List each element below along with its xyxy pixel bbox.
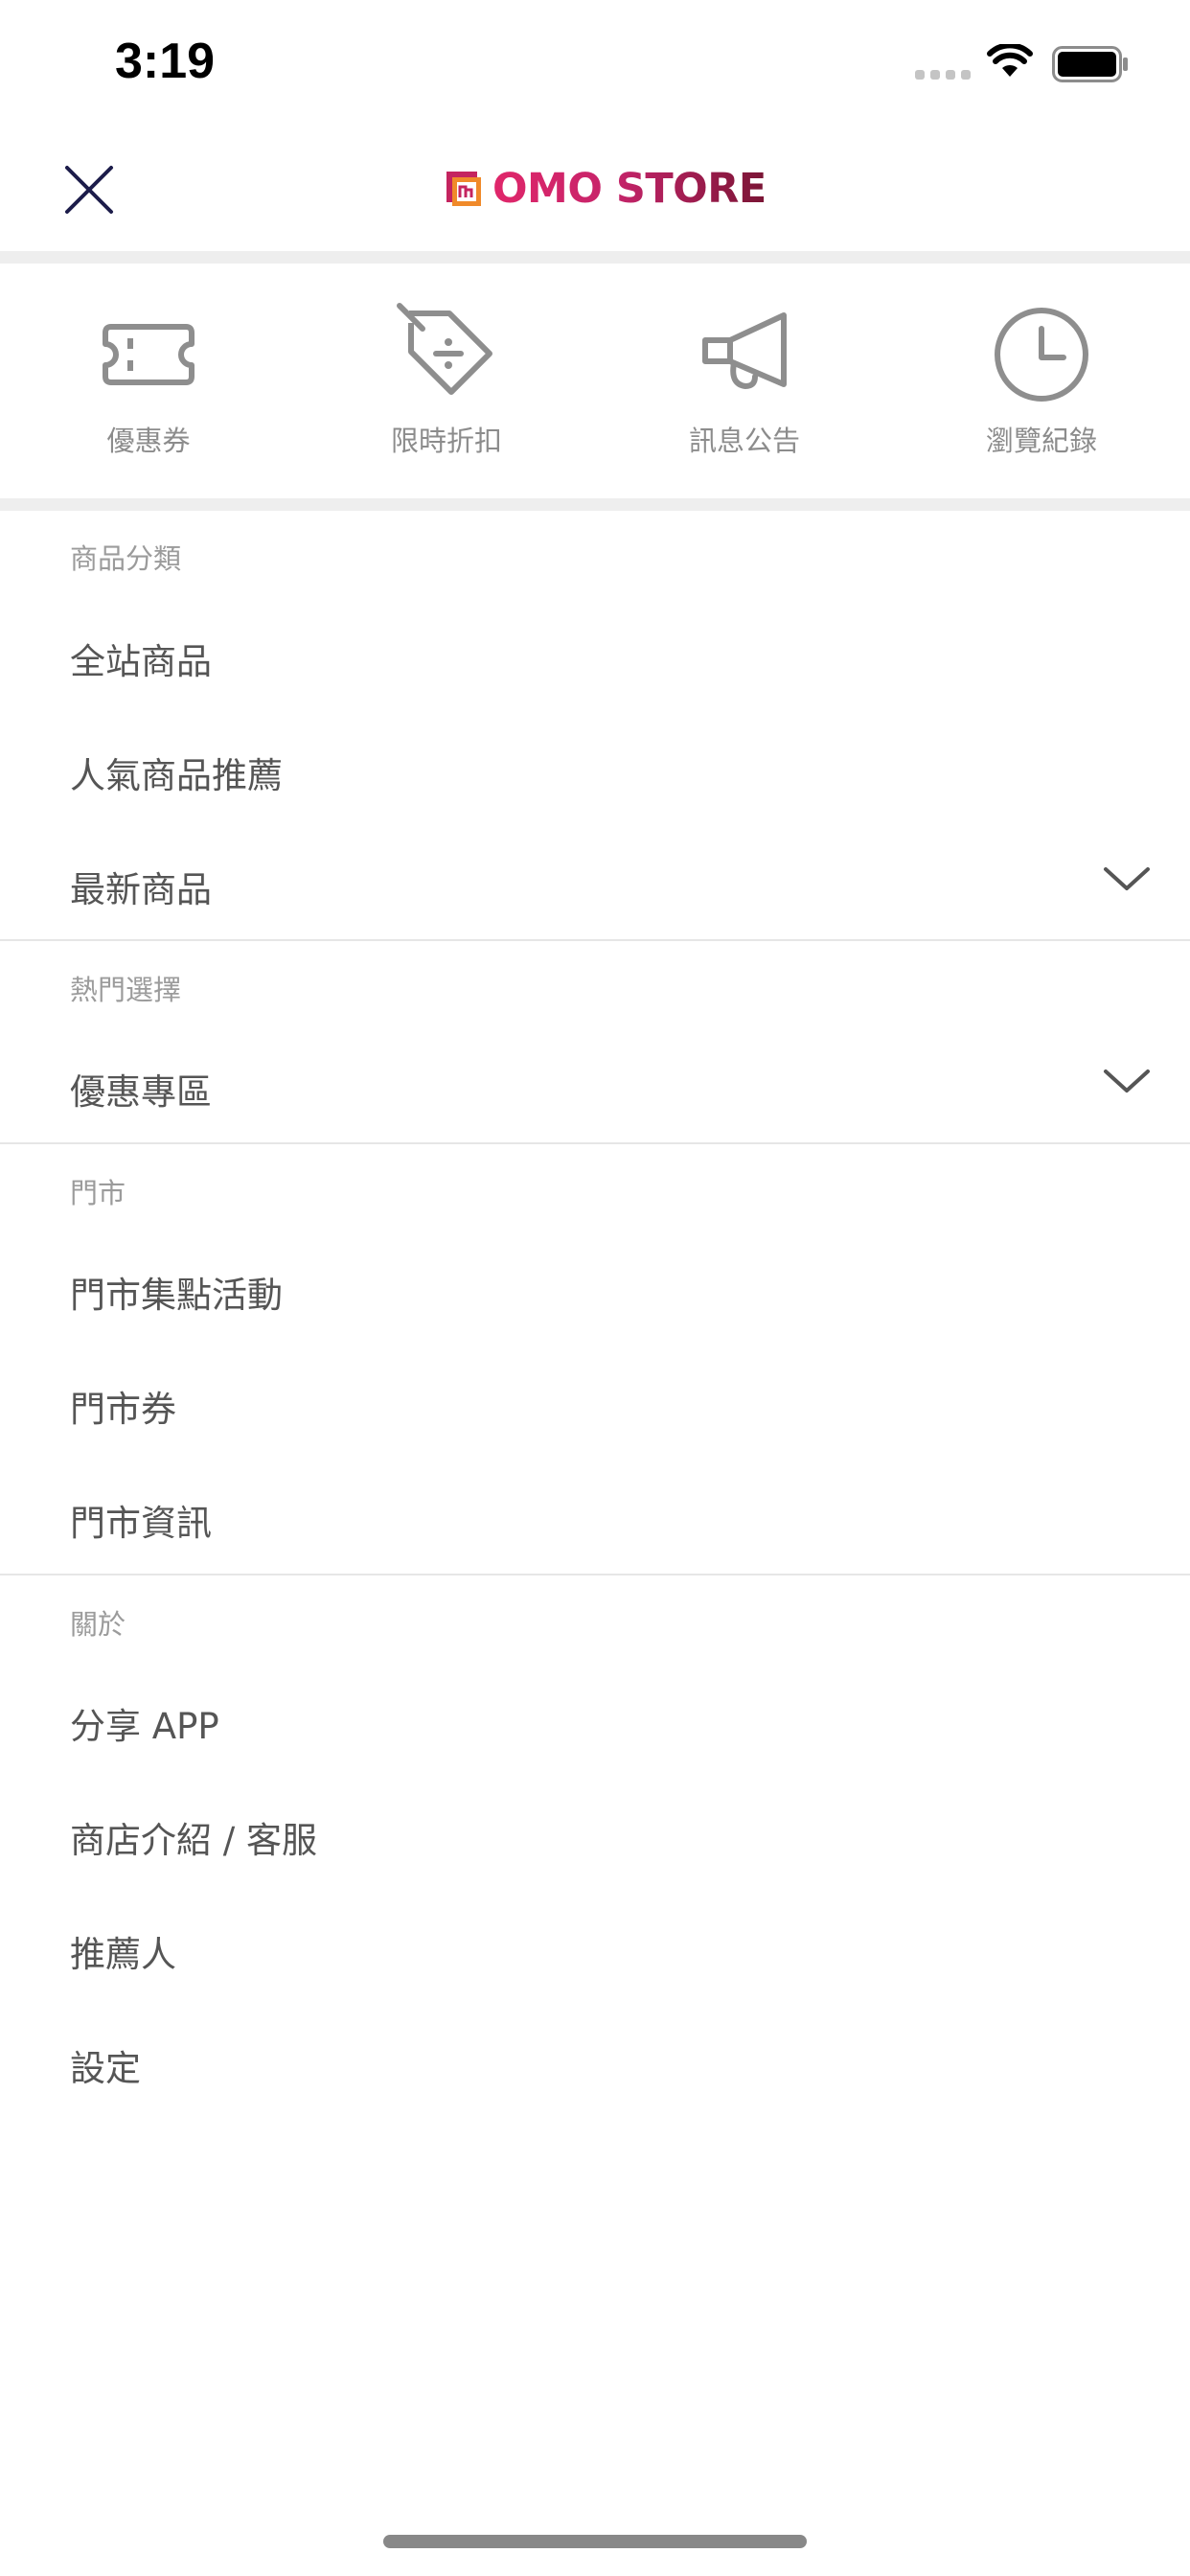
menu-item-new-products[interactable]: 最新商品 — [0, 830, 1190, 935]
section-header-hot: 熱門選擇 — [70, 974, 182, 1006]
quick-actions: 優惠券 限時折扣 訊息公告 瀏覽紀錄 — [0, 264, 1190, 498]
section-header-store: 門市 — [70, 1177, 126, 1209]
quick-action-label: 優惠券 — [106, 425, 191, 457]
menu-item-store-intro-support[interactable]: 商店介紹 / 客服 — [0, 1781, 1190, 1886]
menu-item-referrer[interactable]: 推薦人 — [0, 1895, 1190, 2000]
menu-item-label: 最新商品 — [70, 869, 212, 910]
quick-action-flash-discount[interactable]: 限時折扣 — [332, 264, 561, 498]
menu-item-store-info[interactable]: 門市資訊 — [0, 1463, 1190, 1569]
menu-item-label: 設定 — [70, 2048, 141, 2089]
status-time: 3:19 — [115, 34, 216, 89]
quick-action-label: 瀏覽紀錄 — [985, 425, 1097, 457]
battery-icon — [1052, 46, 1128, 82]
menu-item-discount-zone[interactable]: 優惠專區 — [0, 1032, 1190, 1138]
quick-action-announcements[interactable]: 訊息公告 — [629, 264, 859, 498]
close-icon — [65, 166, 113, 214]
quick-action-coupons[interactable]: 優惠券 — [34, 264, 263, 498]
chevron-down-icon — [1104, 867, 1150, 890]
section-divider — [0, 939, 1190, 941]
header-divider — [0, 251, 1190, 264]
quick-actions-divider — [0, 498, 1190, 511]
discount-tag-icon — [397, 303, 492, 395]
store-logo-mark-icon — [446, 172, 481, 206]
menu-item-share-app[interactable]: 分享 APP — [0, 1667, 1190, 1772]
cellular-signal-icon — [915, 70, 971, 80]
home-indicator[interactable] — [383, 2535, 807, 2548]
ticket-icon — [103, 324, 195, 385]
menu-item-label: 商店介紹 / 客服 — [70, 1820, 317, 1861]
menu-item-label: 全站商品 — [70, 641, 212, 682]
menu-item-label: 人氣商品推薦 — [70, 755, 283, 796]
section-header-categories: 商品分類 — [70, 542, 182, 575]
store-logo-text: OMO STORE — [492, 165, 767, 213]
close-button[interactable] — [59, 160, 119, 219]
megaphone-icon — [702, 312, 787, 390]
quick-action-label: 訊息公告 — [688, 425, 800, 457]
store-logo: OMO STORE — [445, 165, 767, 213]
menu-item-store-coupons[interactable]: 門市券 — [0, 1349, 1190, 1455]
section-header-about: 關於 — [70, 1608, 126, 1641]
app-header: OMO STORE — [0, 125, 1190, 251]
quick-action-label: 限時折扣 — [390, 425, 502, 457]
section-divider — [0, 1574, 1190, 1576]
menu-item-store-points[interactable]: 門市集點活動 — [0, 1235, 1190, 1341]
wifi-icon — [987, 44, 1033, 77]
menu-item-all-products[interactable]: 全站商品 — [0, 602, 1190, 707]
menu-item-label: 優惠專區 — [70, 1071, 212, 1113]
section-divider — [0, 1142, 1190, 1144]
menu-item-label: 門市集點活動 — [70, 1275, 283, 1316]
menu-item-label: 分享 APP — [70, 1706, 219, 1747]
status-bar: 3:19 — [0, 0, 1190, 125]
chevron-down-icon — [1104, 1070, 1150, 1092]
menu-item-label: 門市資訊 — [70, 1503, 212, 1544]
menu-item-settings[interactable]: 設定 — [0, 2009, 1190, 2114]
quick-action-history[interactable]: 瀏覽紀錄 — [927, 264, 1156, 498]
menu-item-popular-products[interactable]: 人氣商品推薦 — [0, 716, 1190, 821]
menu-item-label: 推薦人 — [70, 1934, 176, 1975]
menu-item-label: 門市券 — [70, 1389, 176, 1430]
clock-icon — [995, 308, 1088, 402]
